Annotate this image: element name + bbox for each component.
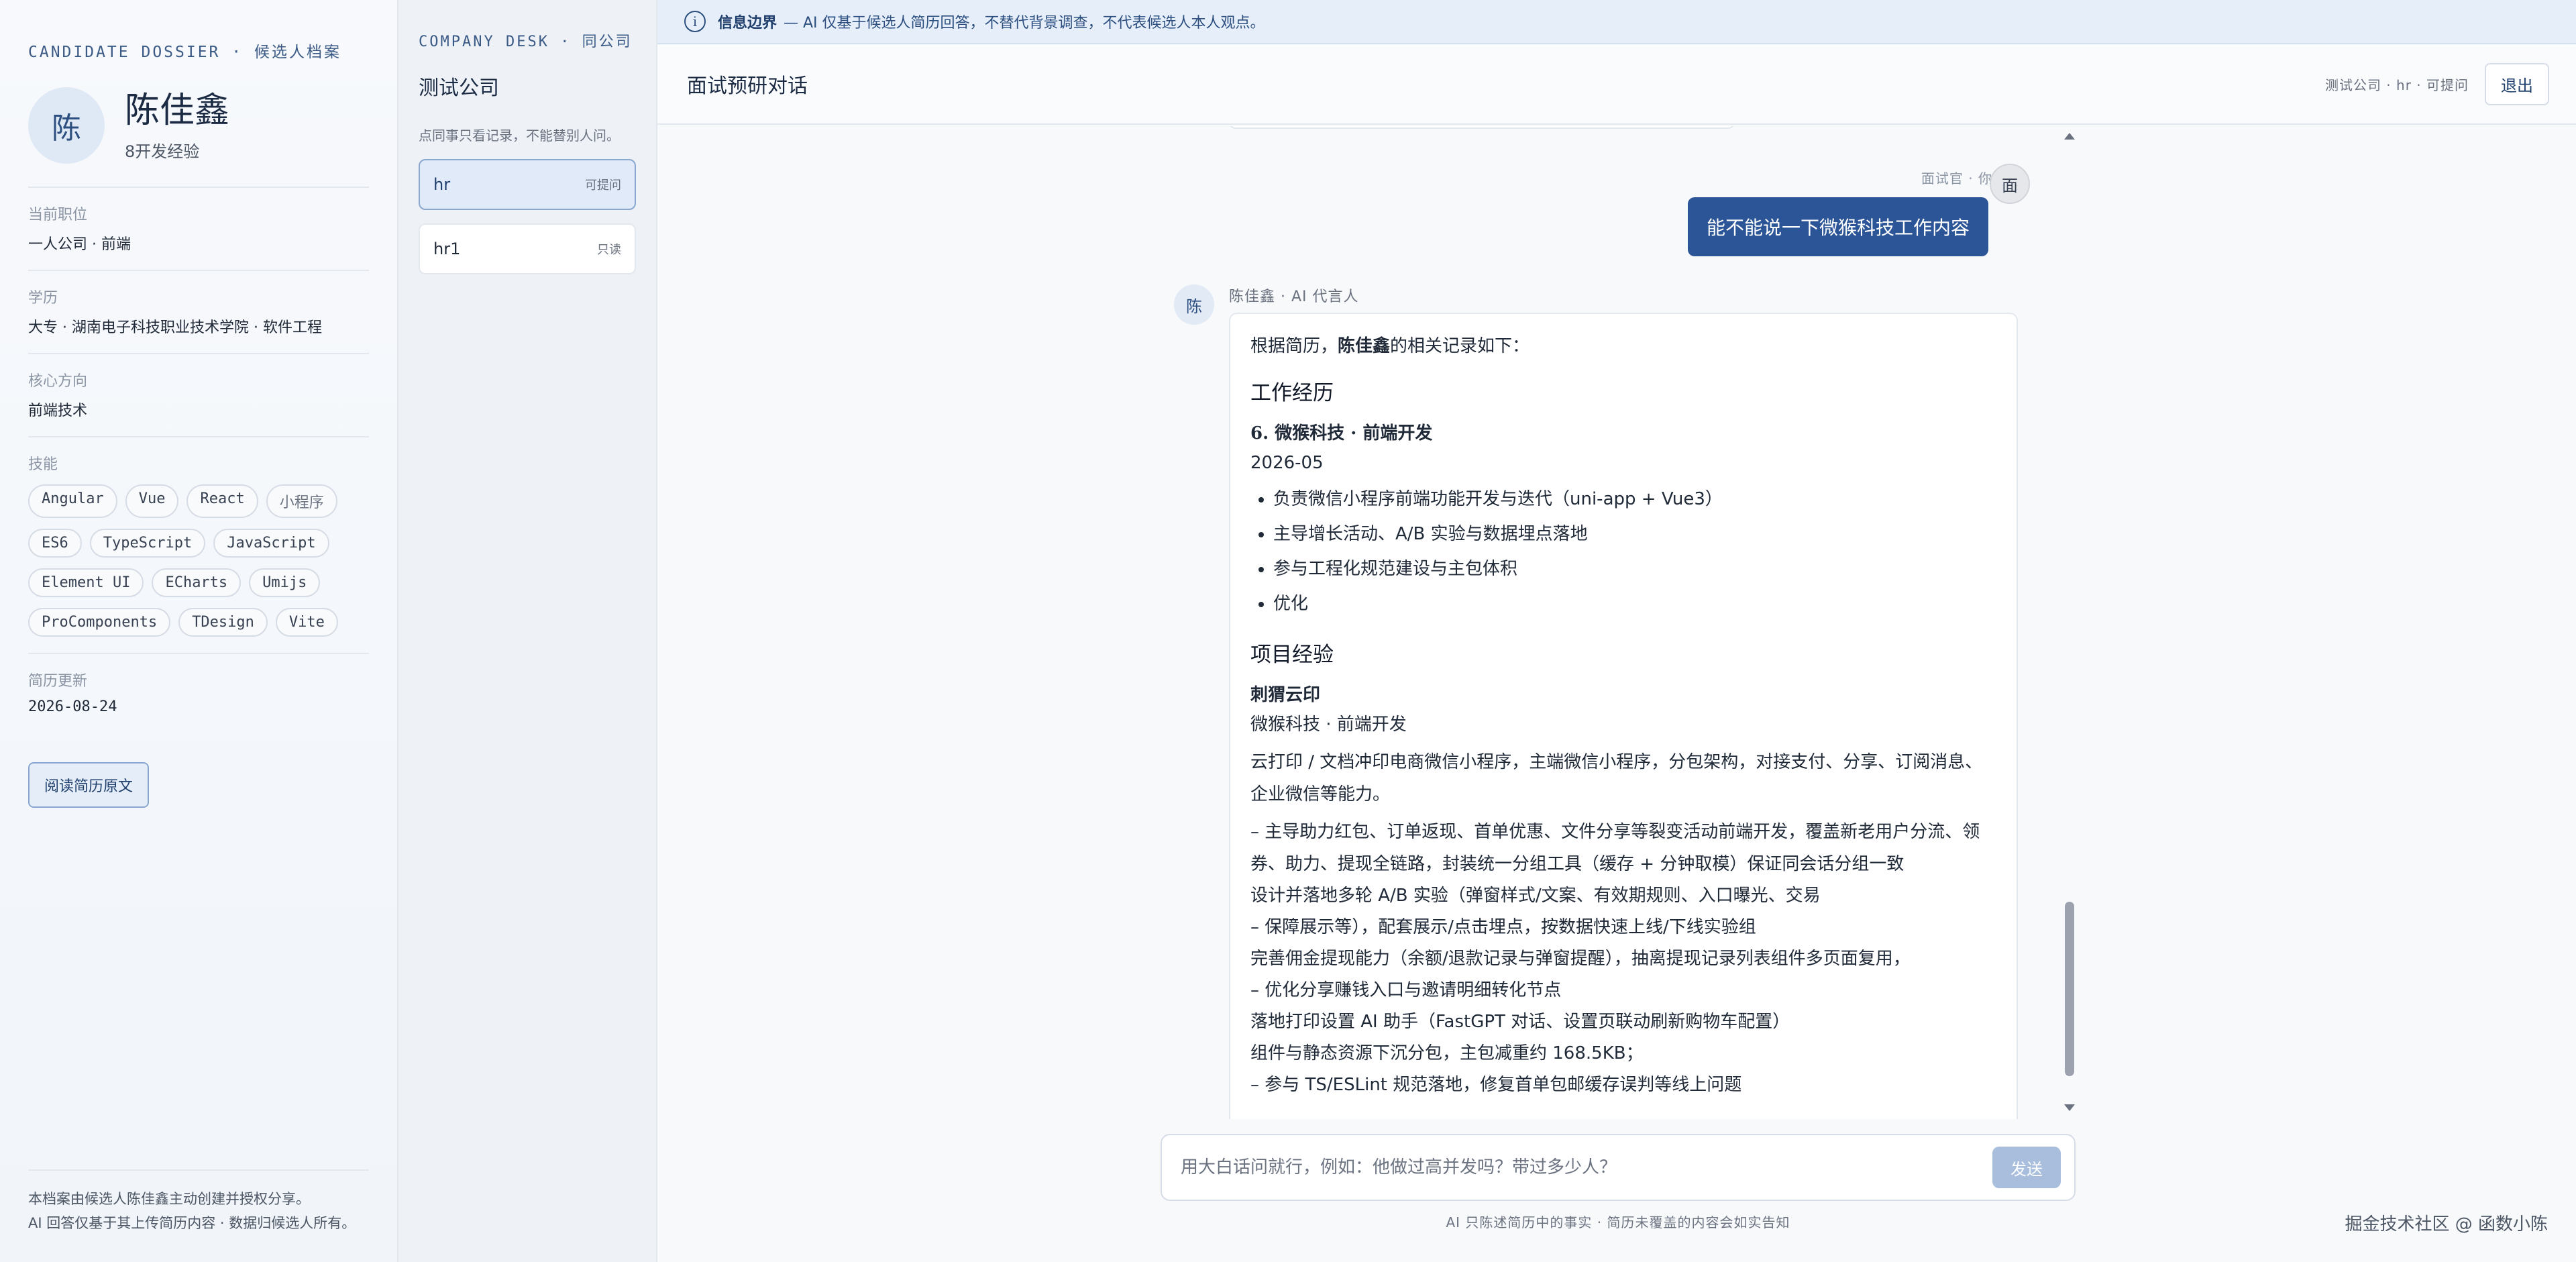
chat-scroll-area[interactable]: 面试官 · 你 面 能不能说一下微猴科技工作内容 陈 陈佳鑫 · AI 代言人 … [1147,126,2066,1119]
contact-name: hr1 [433,240,461,258]
contact-item-hr1[interactable]: hr1 只读 [419,223,636,274]
chat-topbar: 面试预研对话 测试公司 · hr · 可提问 退出 [657,44,2576,125]
candidate-profile: 陈 陈佳鑫 8开发经验 [28,87,369,164]
candidate-name: 陈佳鑫 [125,90,230,131]
skill-chip: React [186,484,258,518]
project-line: 落地打印设置 AI 助手（FastGPT 对话、设置页联动刷新购物车配置） [1250,1012,1790,1032]
project-line: – 优化分享赚钱入口与邀请明细转化节点 [1250,980,1562,1000]
job-title: 6. 微猴科技 · 前端开发 [1250,423,1433,443]
scroll-up-arrow-icon[interactable] [2064,133,2075,140]
message-composer: 发送 [1161,1134,2076,1201]
section-heading-work: 工作经历 [1250,381,1334,405]
field-label: 学历 [28,290,58,307]
job-bullet: 主导增长活动、A/B 实验与数据埋点落地 [1273,517,1996,551]
field-current-position: 当前职位 一人公司 · 前端 [28,188,369,270]
skills-list: Angular Vue React 小程序 ES6 TypeScript Jav… [28,484,364,637]
project-name: 刺猬云印 [1250,685,1321,705]
info-boundary-notice: i 信息边界 — AI 仅基于候选人简历回答，不替代背景调查，不代表候选人本人观… [657,0,2576,44]
interviewer-avatar: 面 [1990,164,2030,204]
field-resume-updated: 简历更新 2026-08-24 [28,654,369,731]
field-label: 简历更新 [28,673,88,690]
job-bullet-list: 负责微信小程序前端功能开发与迭代（uni-app + Vue3） 主导增长活动、… [1273,482,1996,621]
candidate-dossier-panel: CANDIDATE DOSSIER · 候选人档案 陈 陈佳鑫 8开发经验 当前… [0,0,398,1262]
candidate-avatar: 陈 [28,87,105,164]
skill-chip: Angular [28,484,117,518]
user-message-meta: 面试官 · 你 [1921,170,1992,187]
project-line: 设计并落地多轮 A/B 实验（弹窗样式/文案、有效期规则、入口曝光、交易 [1250,886,1821,906]
skill-chip: Vue [125,484,179,518]
logout-button[interactable]: 退出 [2485,62,2549,105]
company-desk-panel: COMPANY DESK · 同公司 测试公司 点同事只看记录，不能替别人问。 … [398,0,657,1262]
contact-item-hr[interactable]: hr 可提问 [419,159,636,210]
company-name: 测试公司 [419,76,499,100]
session-meta: 测试公司 · hr · 可提问 [2324,76,2469,93]
skill-chip: TypeScript [89,529,206,558]
skill-chip: Element UI [28,568,144,597]
dossier-footer: 本档案由候选人陈佳鑫主动创建并授权分享。 AI 回答仅基于其上传简历内容 · 数… [28,1169,369,1235]
field-education: 学历 大专 · 湖南电子科技职业技术学院 · 软件工程 [28,271,369,353]
field-value: 2026-08-24 [28,698,117,715]
company-heading: COMPANY DESK · 同公司 [419,34,633,50]
field-value: 前端技术 [28,403,88,419]
page-title: 面试预研对话 [687,74,808,98]
field-value: 大专 · 湖南电子科技职业技术学院 · 软件工程 [28,319,322,336]
read-resume-button[interactable]: 阅读简历原文 [28,762,150,808]
job-bullet: 参与工程化规范建设与主包体积 [1273,551,1996,586]
dossier-heading: CANDIDATE DOSSIER · 候选人档案 [28,44,341,61]
skill-chip: ES6 [28,529,82,558]
lead-name: 陈佳鑫 [1338,336,1391,356]
section-heading-project: 项目经验 [1250,643,1334,667]
scrollbar-thumb[interactable] [2065,902,2074,1076]
bot-message-card: 根据简历，陈佳鑫的相关记录如下： 工作经历 6. 微猴科技 · 前端开发 202… [1229,313,2018,1119]
field-core-direction: 核心方向 前端技术 [28,354,369,436]
bot-message-meta: 陈佳鑫 · AI 代言人 [1229,288,1359,305]
field-value: 一人公司 · 前端 [28,236,131,253]
field-label: 当前职位 [28,207,88,223]
previous-message-card [1229,126,1735,129]
user-message-bubble: 能不能说一下微猴科技工作内容 [1687,197,1988,256]
project-line: – 参与 TS/ESLint 规范落地，修复首单包邮缓存误判等线上问题 [1250,1075,1742,1095]
chat-main: i 信息边界 — AI 仅基于候选人简历回答，不替代背景调查，不代表候选人本人观… [657,0,2576,1262]
footer-line: 本档案由候选人陈佳鑫主动创建并授权分享。 [28,1191,310,1207]
project-line: – 主导助力红包、订单返现、首单优惠、文件分享等裂变活动前端开发，覆盖新老用户分… [1250,822,1980,874]
skill-chip: JavaScript [213,529,329,558]
job-bullet: 优化 [1273,586,1996,621]
skill-chip: Umijs [249,568,321,597]
chat-scrollbar[interactable] [2062,126,2077,1118]
skill-chip: Vite [275,608,338,637]
skill-chip: ECharts [152,568,241,597]
scroll-down-arrow-icon[interactable] [2064,1104,2075,1111]
project-description: 云打印 / 文档冲印电商微信小程序，主端微信小程序，分包架构，对接支付、分享、订… [1250,752,1983,804]
project-line: 组件与静态资源下沉分包，主包减重约 168.5KB； [1250,1043,1644,1063]
skill-chip: TDesign [178,608,268,637]
field-skills: 技能 Angular Vue React 小程序 ES6 TypeScript … [28,437,369,653]
lead-text: 的相关记录如下： [1390,336,1530,356]
skill-chip: 小程序 [266,484,337,518]
company-hint: 点同事只看记录，不能替别人问。 [419,127,620,144]
contact-tag: 可提问 [585,178,621,193]
project-line: – 保障展示等），配套展示/点击埋点，按数据快速上线/下线实验组 [1250,917,1756,937]
skill-chip: ProComponents [28,608,171,637]
job-date: 2026-05 [1250,453,1324,473]
contact-tag: 只读 [597,243,621,257]
candidate-experience: 8开发经验 [125,142,200,161]
watermark: 掘金技术社区 @ 函数小陈 [2345,1214,2548,1234]
job-bullet: 负责微信小程序前端功能开发与迭代（uni-app + Vue3） [1273,482,1996,517]
send-button[interactable]: 发送 [1992,1147,2061,1188]
lead-text: 根据简历， [1250,336,1338,356]
contact-name: hr [433,175,451,194]
notice-text: — AI 仅基于候选人简历回答，不替代背景调查，不代表候选人本人观点。 [784,15,1265,32]
project-line: 完善佣金提现能力（余额/退款记录与弹窗提醒），抽离提现记录列表组件多页面复用， [1250,949,1911,969]
info-icon: i [684,11,706,32]
bot-lead: 根据简历，陈佳鑫的相关记录如下： [1250,333,1996,360]
project-role: 微猴科技 · 前端开发 [1250,715,1407,735]
question-input[interactable] [1181,1157,1992,1177]
footer-line: AI 回答仅基于其上传简历内容 · 数据归候选人所有。 [28,1215,356,1231]
candidate-ai-avatar: 陈 [1174,284,1214,325]
notice-title: 信息边界 [718,15,777,32]
field-label: 技能 [28,456,58,473]
field-label: 核心方向 [28,373,88,390]
ai-disclaimer: AI 只陈述简历中的事实 · 简历未覆盖的内容会如实告知 [1446,1214,1790,1230]
